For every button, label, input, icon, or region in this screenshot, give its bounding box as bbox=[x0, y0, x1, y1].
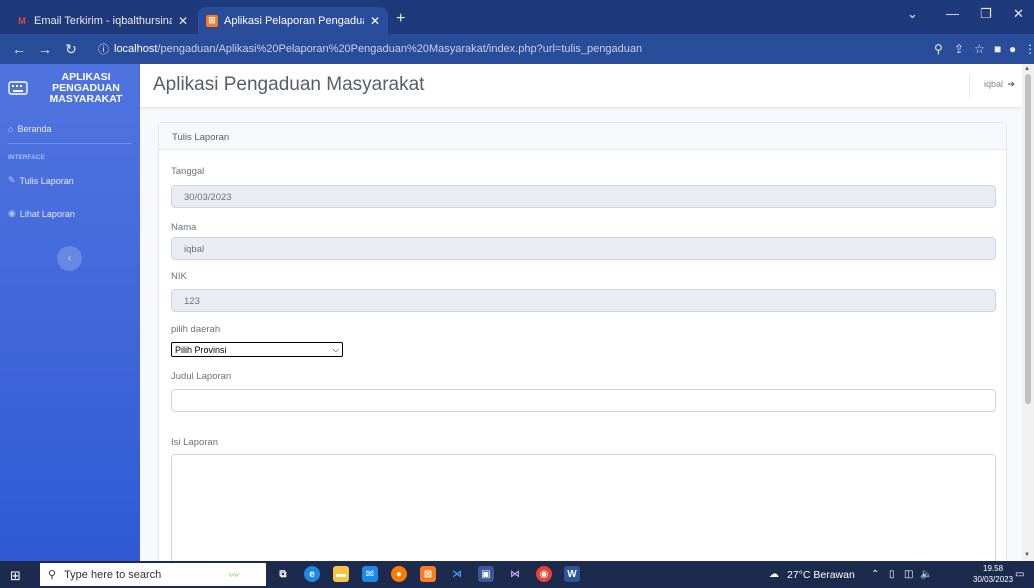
daerah-label: pilih daerah bbox=[171, 324, 221, 335]
logout-icon[interactable]: ➔ bbox=[1008, 79, 1016, 89]
chevron-down-icon: ⌵ bbox=[332, 344, 339, 354]
menu-icon[interactable]: ⋮ bbox=[1024, 42, 1034, 56]
close-icon[interactable]: ✕ bbox=[178, 14, 188, 28]
judul-label: Judul Laporan bbox=[171, 371, 232, 382]
back-button[interactable]: ← bbox=[12, 41, 26, 57]
edit-icon: ✎ bbox=[8, 175, 16, 185]
close-window-button[interactable]: ✕ bbox=[1013, 6, 1024, 22]
close-icon[interactable]: ✕ bbox=[370, 14, 380, 28]
judul-field[interactable] bbox=[171, 389, 996, 412]
minimize-button[interactable]: — bbox=[946, 6, 959, 21]
sidebar-item-label: Tulis Laporan bbox=[19, 175, 74, 186]
scroll-thumb[interactable] bbox=[1025, 74, 1031, 404]
profile-avatar[interactable]: ● bbox=[1009, 42, 1016, 56]
search-highlight-icon[interactable]: 〰 bbox=[214, 566, 254, 582]
sidebar-toggle-button[interactable]: ‹ bbox=[57, 246, 82, 271]
battery-icon[interactable]: ▯ bbox=[889, 569, 895, 580]
nik-field: 123 bbox=[171, 289, 996, 312]
user-name: iqbal bbox=[984, 79, 1004, 89]
page-scrollbar[interactable]: ▲ ▼ bbox=[1022, 64, 1034, 561]
search-placeholder: Type here to search bbox=[64, 568, 162, 581]
sidebar-item-label: Lihat Laporan bbox=[19, 208, 75, 219]
gmail-icon: M bbox=[18, 15, 26, 26]
tanggal-label: Tanggal bbox=[171, 166, 205, 177]
xampp-icon[interactable]: ⊠ bbox=[420, 566, 436, 582]
browser-tab-bar: M Email Terkirim - iqbalthursina@g ✕ ⊠ A… bbox=[0, 0, 1034, 34]
province-select[interactable]: Pilih Provinsi ⌵ bbox=[171, 342, 343, 357]
card-header: Tulis Laporan bbox=[159, 123, 1006, 150]
keyboard-icon bbox=[8, 81, 28, 95]
vscode-icon[interactable]: ⋊ bbox=[449, 566, 465, 582]
scroll-up-icon[interactable]: ▲ bbox=[1024, 66, 1030, 72]
weather-icon: ☁ bbox=[769, 569, 779, 580]
chevron-up-icon[interactable]: ⌃ bbox=[871, 569, 879, 580]
chevron-down-icon[interactable]: ⌄ bbox=[907, 6, 918, 22]
eye-icon: ◉ bbox=[8, 208, 16, 218]
zoom-icon[interactable]: ⚲ bbox=[934, 42, 943, 56]
forward-button[interactable]: → bbox=[38, 41, 52, 57]
user-menu[interactable]: iqbal ➔ bbox=[984, 79, 1015, 90]
clock-date: 30/03/2023 bbox=[973, 575, 1014, 584]
info-icon[interactable]: ⓘ bbox=[98, 41, 109, 57]
sidebar-item-tulis-laporan[interactable]: ✎ Tulis Laporan bbox=[8, 175, 74, 186]
visual-studio-icon[interactable]: ⋈ bbox=[507, 566, 523, 582]
sidebar: APLIKASI PENGADUAN MASYARAKAT ⌂ Beranda … bbox=[0, 64, 140, 561]
search-icon: ⚲ bbox=[48, 569, 57, 581]
url-path: /pengaduan/Aplikasi%20Pelaporan%20Pengad… bbox=[157, 43, 643, 55]
isi-laporan-textarea[interactable] bbox=[171, 454, 996, 561]
taskbar-clock[interactable]: 19.58 30/03/2023 bbox=[973, 563, 1013, 585]
file-explorer-icon[interactable]: ▬ bbox=[333, 566, 349, 582]
report-form-card: Tulis Laporan Tanggal 30/03/2023 Nama iq… bbox=[158, 122, 1007, 561]
sidebar-item-lihat-laporan[interactable]: ◉ Lihat Laporan bbox=[8, 208, 75, 219]
sidebar-brand[interactable]: APLIKASI PENGADUAN MASYARAKAT bbox=[0, 64, 140, 112]
edge-icon[interactable]: e bbox=[304, 566, 320, 582]
bookmark-star-icon[interactable]: ☆ bbox=[974, 42, 985, 56]
tab-title: Email Terkirim - iqbalthursina@g bbox=[34, 14, 172, 27]
network-icon[interactable]: ◫ bbox=[904, 569, 913, 580]
tanggal-field: 30/03/2023 bbox=[171, 185, 996, 208]
topbar-divider bbox=[969, 74, 970, 98]
xampp-icon: ⊠ bbox=[206, 14, 218, 27]
reload-button[interactable]: ↻ bbox=[64, 41, 78, 58]
tab-pengaduan[interactable]: ⊠ Aplikasi Pelaporan Pengaduan M ✕ bbox=[198, 7, 388, 34]
sidepanel-icon[interactable]: ■ bbox=[994, 42, 1001, 56]
url-field[interactable]: ⓘ localhost/pengaduan/Aplikasi%20Pelapor… bbox=[92, 38, 930, 60]
tab-email[interactable]: M Email Terkirim - iqbalthursina@g ✕ bbox=[8, 7, 196, 34]
nama-field: iqbal bbox=[171, 237, 996, 260]
notification-icon[interactable]: ▭ bbox=[1015, 569, 1024, 580]
windows-start-icon[interactable]: ⊞ bbox=[10, 568, 21, 584]
nik-label: NIK bbox=[171, 271, 187, 282]
topbar: Aplikasi Pengaduan Masyarakat iqbal ➔ bbox=[140, 64, 1022, 107]
isi-label: Isi Laporan bbox=[171, 437, 219, 448]
sidebar-item-beranda[interactable]: ⌂ Beranda bbox=[8, 124, 51, 134]
page-viewport: APLIKASI PENGADUAN MASYARAKAT ⌂ Beranda … bbox=[0, 64, 1034, 561]
province-select-value: Pilih Provinsi bbox=[175, 344, 227, 355]
restore-button[interactable]: ❐ bbox=[980, 6, 992, 22]
new-tab-button[interactable]: + bbox=[396, 10, 405, 28]
windows-taskbar: ⊞ ⚲ Type here to search 〰 ⧉ e ▬ ✉ ● ⊠ ⋊ … bbox=[0, 561, 1034, 588]
volume-icon[interactable]: 🔈 bbox=[920, 569, 932, 580]
share-icon[interactable]: ⇪ bbox=[954, 42, 964, 56]
chrome-icon[interactable]: ◉ bbox=[536, 566, 552, 582]
address-bar: ← → ↻ ⓘ localhost/pengaduan/Aplikasi%20P… bbox=[0, 34, 1034, 64]
store-icon[interactable]: ▣ bbox=[478, 566, 494, 582]
sidebar-divider bbox=[8, 143, 132, 144]
nama-label: Nama bbox=[171, 222, 197, 233]
page-title: Aplikasi Pengaduan Masyarakat bbox=[153, 74, 425, 95]
clock-time: 19.58 bbox=[983, 564, 1004, 573]
brand-text: APLIKASI PENGADUAN MASYARAKAT bbox=[49, 70, 123, 105]
url-host: localhost bbox=[114, 43, 158, 55]
mail-icon[interactable]: ✉ bbox=[362, 566, 378, 582]
firefox-icon[interactable]: ● bbox=[391, 566, 407, 582]
task-view-icon[interactable]: ⧉ bbox=[275, 566, 291, 582]
home-icon: ⌂ bbox=[8, 124, 14, 134]
tab-title: Aplikasi Pelaporan Pengaduan M bbox=[224, 14, 364, 27]
word-icon[interactable]: W bbox=[564, 566, 580, 582]
weather-text[interactable]: 27°C Berawan bbox=[787, 569, 855, 581]
sidebar-item-label: Beranda bbox=[17, 124, 52, 134]
scroll-down-icon[interactable]: ▼ bbox=[1024, 552, 1030, 558]
sidebar-heading: INTERFACE bbox=[8, 154, 45, 161]
